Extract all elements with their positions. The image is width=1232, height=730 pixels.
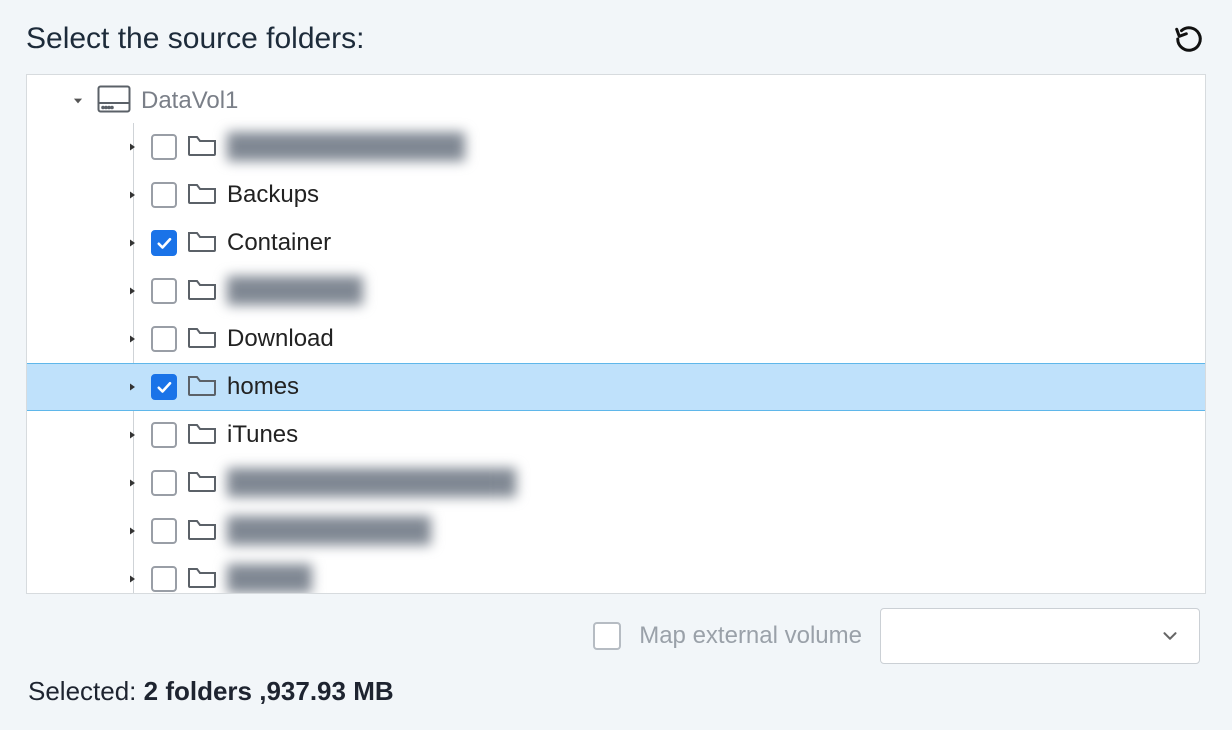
folder-checkbox[interactable] — [151, 182, 177, 208]
folder-label: ████████ — [227, 277, 363, 305]
folder-icon — [187, 469, 217, 498]
refresh-icon — [1174, 24, 1204, 54]
selection-status: Selected: 2 folders ,937.93 MB — [26, 668, 1206, 707]
expander-toggle[interactable] — [123, 522, 141, 540]
refresh-button[interactable] — [1172, 22, 1206, 56]
folder-checkbox[interactable] — [151, 230, 177, 256]
tree-node[interactable]: █████ — [27, 555, 1205, 594]
folder-icon — [187, 421, 217, 450]
folder-checkbox[interactable] — [151, 422, 177, 448]
map-external-volume-label: Map external volume — [639, 622, 862, 650]
expander-toggle[interactable] — [123, 234, 141, 252]
tree-node[interactable]: Download — [27, 315, 1205, 363]
expander-toggle[interactable] — [123, 426, 141, 444]
tree-node[interactable]: ████████ — [27, 267, 1205, 315]
tree-node[interactable]: ██████████████ — [27, 123, 1205, 171]
tree-node[interactable]: homes — [27, 363, 1205, 411]
folder-tree: DataVol1 ██████████████ Backups Container █… — [26, 74, 1206, 594]
folder-checkbox[interactable] — [151, 566, 177, 592]
folder-icon — [187, 229, 217, 258]
volume-row[interactable]: DataVol1 — [27, 79, 1205, 123]
folder-checkbox[interactable] — [151, 278, 177, 304]
folder-label: Container — [227, 229, 331, 257]
external-volume-select[interactable] — [880, 608, 1200, 664]
expander-toggle[interactable] — [69, 92, 87, 110]
expander-toggle[interactable] — [123, 570, 141, 588]
status-value: 2 folders ,937.93 MB — [144, 676, 394, 706]
folder-label: ██████████████ — [227, 133, 465, 161]
folder-icon — [187, 325, 217, 354]
map-external-volume-checkbox[interactable] — [593, 622, 621, 650]
folder-checkbox[interactable] — [151, 326, 177, 352]
status-prefix: Selected: — [28, 676, 144, 706]
expander-toggle[interactable] — [123, 186, 141, 204]
expander-toggle[interactable] — [123, 282, 141, 300]
folder-icon — [187, 133, 217, 162]
folder-label: Download — [227, 325, 334, 353]
expander-toggle[interactable] — [123, 138, 141, 156]
folder-label: iTunes — [227, 421, 298, 449]
folder-label: ████████████ — [227, 517, 431, 545]
folder-label: Backups — [227, 181, 319, 209]
folder-icon — [187, 517, 217, 546]
chevron-down-icon — [71, 94, 85, 108]
folder-checkbox[interactable] — [151, 374, 177, 400]
expander-toggle[interactable] — [123, 330, 141, 348]
folder-icon — [187, 373, 217, 402]
expander-toggle[interactable] — [123, 474, 141, 492]
folder-icon — [187, 277, 217, 306]
folder-label: █████████████████ — [227, 469, 516, 497]
folder-checkbox[interactable] — [151, 134, 177, 160]
tree-node[interactable]: █████████████████ — [27, 459, 1205, 507]
volume-label: DataVol1 — [141, 87, 238, 115]
folder-label: █████ — [227, 565, 312, 593]
page-title: Select the source folders: — [26, 22, 365, 56]
tree-node[interactable]: Backups — [27, 171, 1205, 219]
folder-checkbox[interactable] — [151, 470, 177, 496]
tree-node[interactable]: Container — [27, 219, 1205, 267]
chevron-down-icon — [1159, 625, 1181, 647]
tree-node[interactable]: iTunes — [27, 411, 1205, 459]
folder-icon — [187, 181, 217, 210]
drive-icon — [97, 85, 131, 118]
tree-node[interactable]: ████████████ — [27, 507, 1205, 555]
folder-icon — [187, 565, 217, 594]
folder-label: homes — [227, 373, 299, 401]
folder-checkbox[interactable] — [151, 518, 177, 544]
expander-toggle[interactable] — [123, 378, 141, 396]
